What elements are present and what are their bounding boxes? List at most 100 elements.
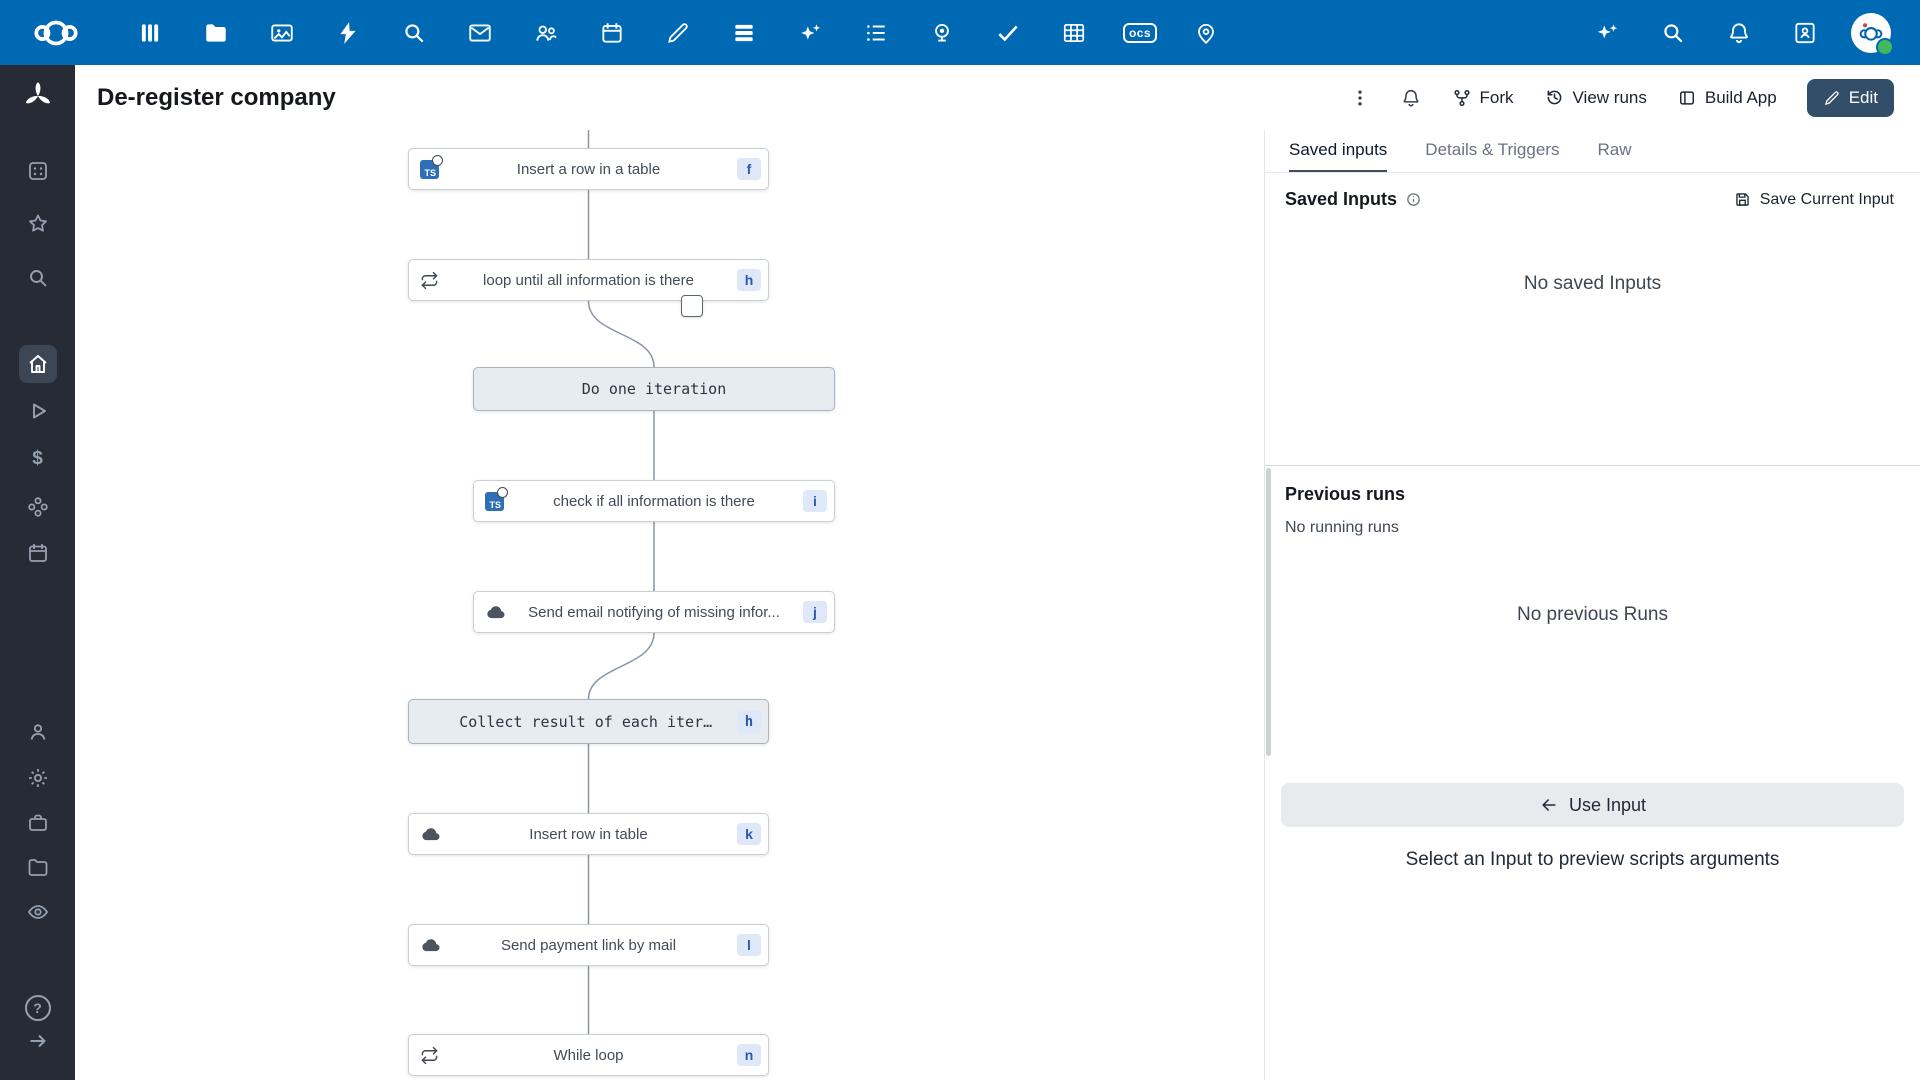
runs-play-icon[interactable] — [25, 398, 51, 424]
previous-runs-section: Previous runs No running runs No previou… — [1265, 465, 1920, 776]
favorites-star-icon[interactable] — [25, 211, 51, 237]
info-icon[interactable] — [1405, 191, 1422, 208]
unified-search-icon[interactable] — [1653, 13, 1693, 53]
use-input-button[interactable]: Use Input — [1281, 783, 1904, 827]
tasks-list-app-icon[interactable] — [856, 13, 896, 53]
users-person-icon[interactable] — [25, 719, 51, 745]
notes-pencil-icon[interactable] — [658, 13, 698, 53]
save-current-input-button[interactable]: Save Current Input — [1727, 189, 1900, 210]
flow-note-do-one-iteration[interactable]: Do one iteration — [473, 367, 835, 411]
settings-gear-icon[interactable] — [25, 765, 51, 791]
flow-collapsed-node[interactable] — [681, 295, 703, 317]
tab-saved-inputs[interactable]: Saved inputs — [1289, 130, 1387, 172]
files-folder-icon[interactable] — [196, 13, 236, 53]
contacts-menu-icon[interactable] — [1785, 13, 1825, 53]
flow-note-label: Collect result of each iteration — [459, 713, 717, 731]
panel-tabs: Saved inputs Details & Triggers Raw — [1265, 130, 1920, 173]
flow-node-badge: h — [737, 269, 761, 291]
maps-pin-app-icon[interactable] — [1186, 13, 1226, 53]
calendar-app-icon[interactable] — [592, 13, 632, 53]
flow-node-label: Insert row in table — [529, 826, 647, 843]
build-app-button[interactable]: Build App — [1677, 88, 1777, 108]
notifications-bell-icon[interactable] — [1719, 13, 1759, 53]
flow-node-label: While loop — [553, 1047, 623, 1064]
search-app-icon[interactable] — [394, 13, 434, 53]
flow-node-insert-a-row[interactable]: TS Insert a row in a table f — [408, 148, 769, 190]
online-status-dot — [1876, 38, 1894, 56]
more-options-kebab-button[interactable] — [1350, 88, 1370, 108]
no-saved-inputs-message: No saved Inputs — [1265, 273, 1920, 295]
inputs-panel: Saved inputs Details & Triggers Raw Save… — [1264, 130, 1920, 1080]
tasks-check-app-icon[interactable] — [988, 13, 1028, 53]
flow-header: De-register company Fork View runs Build… — [75, 65, 1920, 131]
view-runs-button[interactable]: View runs — [1544, 87, 1647, 108]
search-icon[interactable] — [25, 265, 51, 291]
fork-button[interactable]: Fork — [1452, 88, 1514, 108]
flow-node-while-loop[interactable]: While loop n — [408, 1034, 769, 1076]
flow-node-send-payment-link[interactable]: Send payment link by mail l — [408, 924, 769, 966]
activity-bolt-icon[interactable] — [328, 13, 368, 53]
use-input-label: Use Input — [1569, 795, 1646, 816]
user-avatar[interactable] — [1851, 13, 1891, 53]
audit-eye-icon[interactable] — [25, 899, 51, 925]
fork-label: Fork — [1480, 88, 1514, 108]
webcam-app-icon[interactable] — [922, 13, 962, 53]
tables-app-icon[interactable] — [1054, 13, 1094, 53]
cloud-icon — [485, 604, 506, 620]
flow-bell-button[interactable] — [1400, 87, 1422, 109]
flow-node-loop-until[interactable]: loop until all information is there h — [408, 259, 769, 301]
flow-node-check-information[interactable]: TS check if all information is there i — [473, 480, 835, 522]
flow-node-badge: l — [737, 934, 761, 956]
logout-arrow-icon[interactable] — [25, 1028, 51, 1054]
edit-button[interactable]: Edit — [1807, 79, 1894, 117]
flow-node-badge: j — [803, 601, 827, 623]
flow-node-label: check if all information is there — [553, 493, 755, 510]
flow-node-label: Insert a row in a table — [517, 161, 660, 178]
mail-app-icon[interactable] — [460, 13, 500, 53]
loop-icon — [420, 271, 439, 290]
home-nav-item[interactable] — [19, 345, 57, 383]
apps-grid-icon[interactable] — [25, 158, 51, 184]
typescript-icon: TS — [485, 492, 504, 511]
folders-folder-icon[interactable] — [25, 854, 51, 880]
workers-briefcase-icon[interactable] — [25, 810, 51, 836]
flow-node-send-email[interactable]: Send email notifying of missing infor...… — [473, 591, 835, 633]
flow-note-collect-result[interactable]: Collect result of each iteration h — [408, 699, 769, 744]
panel-scrollbar[interactable] — [1266, 468, 1271, 756]
flow-canvas[interactable]: TS Insert a row in a table f loop until … — [75, 130, 1264, 1080]
dashboard-app-icon[interactable] — [130, 13, 170, 53]
photos-app-icon[interactable] — [262, 13, 302, 53]
flow-note-label: Do one iteration — [582, 380, 727, 398]
save-floppy-icon — [1733, 190, 1752, 209]
nextcloud-topbar: ocs — [0, 0, 1920, 65]
cloud-icon — [420, 937, 441, 953]
resources-cluster-icon[interactable] — [25, 494, 51, 520]
help-icon[interactable]: ? — [25, 995, 51, 1021]
sparkle-star-app-icon[interactable] — [790, 13, 830, 53]
tab-raw[interactable]: Raw — [1597, 130, 1631, 172]
no-previous-runs-message: No previous Runs — [1265, 604, 1920, 626]
page-title: De-register company — [97, 84, 336, 112]
loop-icon — [420, 1046, 439, 1065]
flow-node-badge: n — [737, 1044, 761, 1066]
header-actions: Fork View runs Build App Edit — [1350, 79, 1920, 117]
flow-node-badge: k — [737, 823, 761, 845]
schedules-calendar-icon[interactable] — [25, 540, 51, 566]
flow-node-label: Send payment link by mail — [501, 937, 676, 954]
ocs-app-icon[interactable]: ocs — [1120, 13, 1160, 53]
assistant-sparkles-icon[interactable] — [1587, 13, 1627, 53]
variables-dollar-icon[interactable]: $ — [25, 446, 51, 472]
flow-node-insert-row[interactable]: Insert row in table k — [408, 813, 769, 855]
windmill-logo-icon[interactable] — [21, 79, 55, 118]
flow-node-badge: i — [803, 490, 827, 512]
nextcloud-logo-icon[interactable] — [28, 16, 84, 50]
previous-runs-title: Previous runs — [1265, 466, 1920, 505]
ocs-label: ocs — [1123, 23, 1157, 43]
flow-node-badge: h — [737, 711, 761, 733]
saved-inputs-title-row: Saved Inputs — [1285, 189, 1422, 210]
deck-app-icon[interactable] — [724, 13, 764, 53]
app-root: ocs — [0, 0, 1920, 1080]
contacts-app-icon[interactable] — [526, 13, 566, 53]
tab-details-triggers[interactable]: Details & Triggers — [1425, 130, 1559, 172]
help-glyph: ? — [25, 995, 51, 1021]
